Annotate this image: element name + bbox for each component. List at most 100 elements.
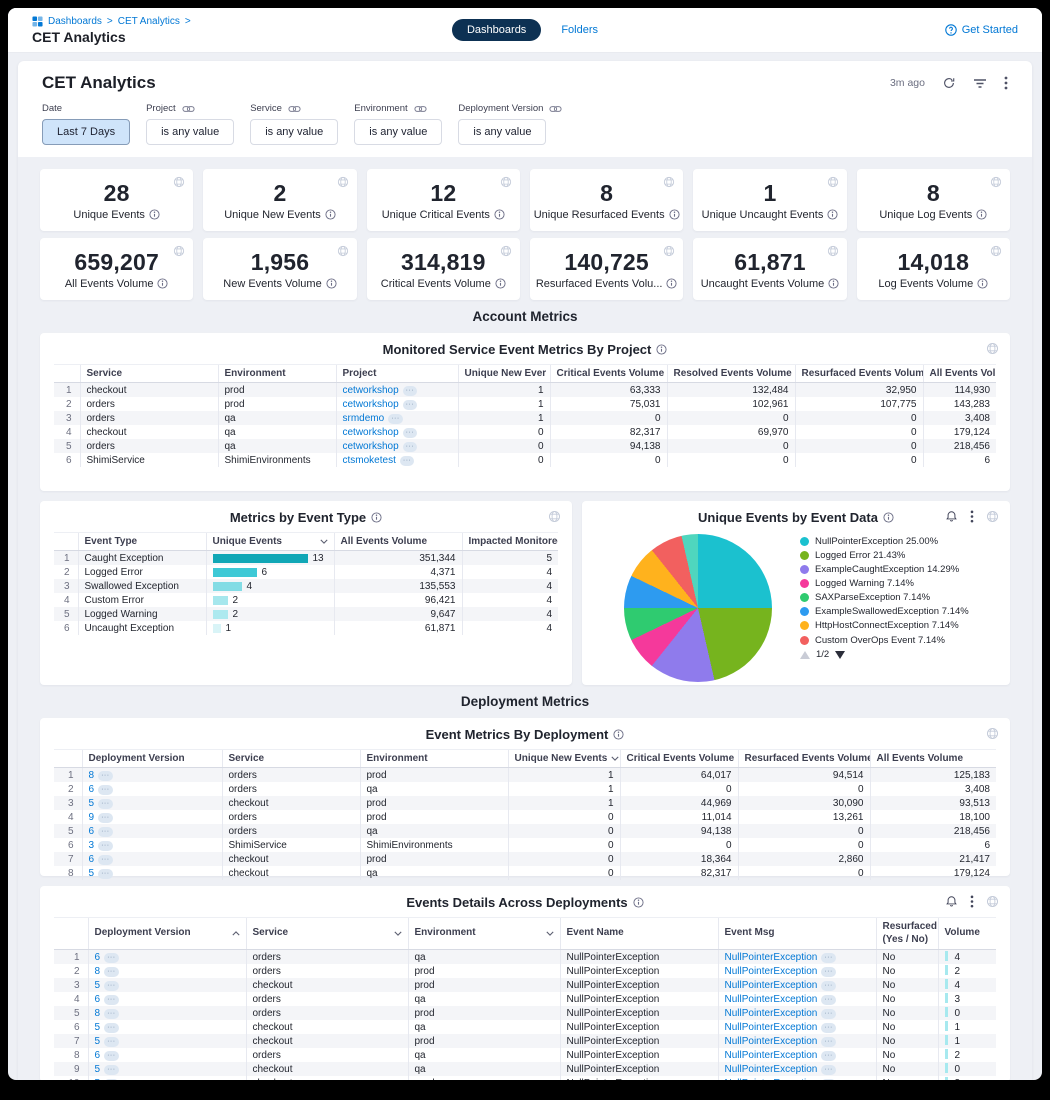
info-icon[interactable] xyxy=(828,278,839,289)
deployment-version-link[interactable]: 6 xyxy=(89,826,95,837)
info-icon[interactable] xyxy=(977,278,988,289)
more-icon[interactable] xyxy=(821,1009,836,1019)
more-icon[interactable] xyxy=(98,771,113,781)
globe-icon[interactable] xyxy=(500,245,512,257)
globe-icon[interactable] xyxy=(663,176,675,188)
info-icon[interactable] xyxy=(494,209,505,220)
globe-icon[interactable] xyxy=(990,245,1002,257)
col-deployment-version[interactable]: Deployment Version xyxy=(88,918,246,950)
col-event-type[interactable]: Event Type xyxy=(78,533,206,551)
more-icon[interactable] xyxy=(98,827,113,837)
col-resurfaced-events-volume[interactable]: Resurfaced Events Volume xyxy=(795,365,923,383)
more-icon[interactable] xyxy=(821,995,836,1005)
info-icon[interactable] xyxy=(883,512,894,523)
col-event-name[interactable]: Event Name xyxy=(560,918,718,950)
info-icon[interactable] xyxy=(827,209,838,220)
tab-dashboards[interactable]: Dashboards xyxy=(452,19,541,41)
event-msg-link[interactable]: NullPointerException xyxy=(725,1022,818,1033)
legend-item[interactable]: HttpHostConnectException 7.14% xyxy=(800,620,996,632)
globe-icon[interactable] xyxy=(986,510,999,523)
more-icon[interactable] xyxy=(104,1079,119,1081)
globe-icon[interactable] xyxy=(986,727,999,740)
col-resurfaced-events-volume[interactable]: Resurfaced Events Volume xyxy=(738,750,870,768)
pie-chart[interactable] xyxy=(624,534,772,682)
info-icon[interactable] xyxy=(633,897,644,908)
col-unique-new-events[interactable]: Unique New Ever xyxy=(458,365,550,383)
deployment-version-link[interactable]: 6 xyxy=(95,994,101,1005)
info-icon[interactable] xyxy=(495,278,506,289)
service-filter-chip[interactable]: is any value xyxy=(250,119,338,145)
event-msg-link[interactable]: NullPointerException xyxy=(725,980,818,991)
col-critical-events-volume[interactable]: Critical Events Volume xyxy=(550,365,667,383)
deployment-version-link[interactable]: 5 xyxy=(89,798,95,809)
breadcrumb-dashboards[interactable]: Dashboards xyxy=(48,16,102,27)
col-resolved-events-volume[interactable]: Resolved Events Volume xyxy=(667,365,795,383)
globe-icon[interactable] xyxy=(337,245,349,257)
legend-item[interactable]: ExampleSwallowedException 7.14% xyxy=(800,606,996,618)
more-icon[interactable] xyxy=(104,995,119,1005)
event-msg-link[interactable]: NullPointerException xyxy=(725,1050,818,1061)
more-icon[interactable] xyxy=(104,953,119,963)
more-icon[interactable] xyxy=(98,799,113,809)
col-environment[interactable]: Environment xyxy=(218,365,336,383)
more-icon[interactable] xyxy=(821,1051,836,1061)
more-icon[interactable] xyxy=(821,1065,836,1075)
deployment-version-link[interactable]: 3 xyxy=(89,840,95,851)
globe-icon[interactable] xyxy=(990,176,1002,188)
event-msg-link[interactable]: NullPointerException xyxy=(725,1078,818,1081)
globe-icon[interactable] xyxy=(173,245,185,257)
more-icon[interactable] xyxy=(821,981,836,991)
deployment-version-link[interactable]: 8 xyxy=(89,770,95,781)
date-filter-chip[interactable]: Last 7 Days xyxy=(42,119,130,145)
col-impacted-services[interactable]: Impacted Monitored Services xyxy=(462,533,558,551)
more-icon[interactable] xyxy=(821,1037,836,1047)
legend-item[interactable]: Logged Error 21.43% xyxy=(800,550,996,562)
col-resurfaced[interactable]: Resurfaced (Yes / No) xyxy=(876,918,938,950)
deployment-version-link[interactable]: 6 xyxy=(95,952,101,963)
col-service[interactable]: Service xyxy=(246,918,408,950)
info-icon[interactable] xyxy=(666,278,677,289)
more-icon[interactable] xyxy=(403,428,418,438)
more-icon[interactable] xyxy=(104,981,119,991)
more-icon[interactable] xyxy=(821,967,836,977)
info-icon[interactable] xyxy=(371,512,382,523)
info-icon[interactable] xyxy=(149,209,160,220)
more-icon[interactable] xyxy=(388,414,403,424)
globe-icon[interactable] xyxy=(173,176,185,188)
environment-filter-chip[interactable]: is any value xyxy=(354,119,442,145)
legend-page-down-icon[interactable] xyxy=(835,651,845,659)
event-msg-link[interactable]: NullPointerException xyxy=(725,1036,818,1047)
event-msg-link[interactable]: NullPointerException xyxy=(725,1064,818,1075)
info-icon[interactable] xyxy=(157,278,168,289)
more-icon[interactable] xyxy=(821,1079,836,1081)
deployment-version-filter-chip[interactable]: is any value xyxy=(458,119,546,145)
project-link[interactable]: cetworkshop xyxy=(343,441,399,452)
globe-icon[interactable] xyxy=(500,176,512,188)
more-icon[interactable] xyxy=(104,1009,119,1019)
deployment-version-link[interactable]: 5 xyxy=(95,980,101,991)
kebab-icon[interactable] xyxy=(970,510,974,523)
deployment-version-link[interactable]: 6 xyxy=(95,1050,101,1061)
project-link[interactable]: cetworkshop xyxy=(343,399,399,410)
deployment-version-link[interactable]: 5 xyxy=(95,1064,101,1075)
deployment-version-link[interactable]: 8 xyxy=(95,1008,101,1019)
deployment-version-link[interactable]: 5 xyxy=(95,1022,101,1033)
legend-item[interactable]: SAXParseException 7.14% xyxy=(800,592,996,604)
event-msg-link[interactable]: NullPointerException xyxy=(725,966,818,977)
globe-icon[interactable] xyxy=(827,245,839,257)
globe-icon[interactable] xyxy=(548,510,561,523)
more-icon[interactable] xyxy=(821,1023,836,1033)
more-icon[interactable] xyxy=(104,967,119,977)
project-link[interactable]: cetworkshop xyxy=(343,427,399,438)
more-icon[interactable] xyxy=(403,400,418,410)
deployment-version-link[interactable]: 8 xyxy=(95,966,101,977)
bell-icon[interactable] xyxy=(945,510,958,523)
refresh-icon[interactable] xyxy=(942,76,956,90)
globe-icon[interactable] xyxy=(337,176,349,188)
event-msg-link[interactable]: NullPointerException xyxy=(725,1008,818,1019)
globe-icon[interactable] xyxy=(663,245,675,257)
legend-item[interactable]: Custom OverOps Event 7.14% xyxy=(800,635,996,647)
deployment-version-link[interactable]: 5 xyxy=(95,1036,101,1047)
col-service[interactable]: Service xyxy=(80,365,218,383)
kebab-icon[interactable] xyxy=(1004,76,1008,90)
